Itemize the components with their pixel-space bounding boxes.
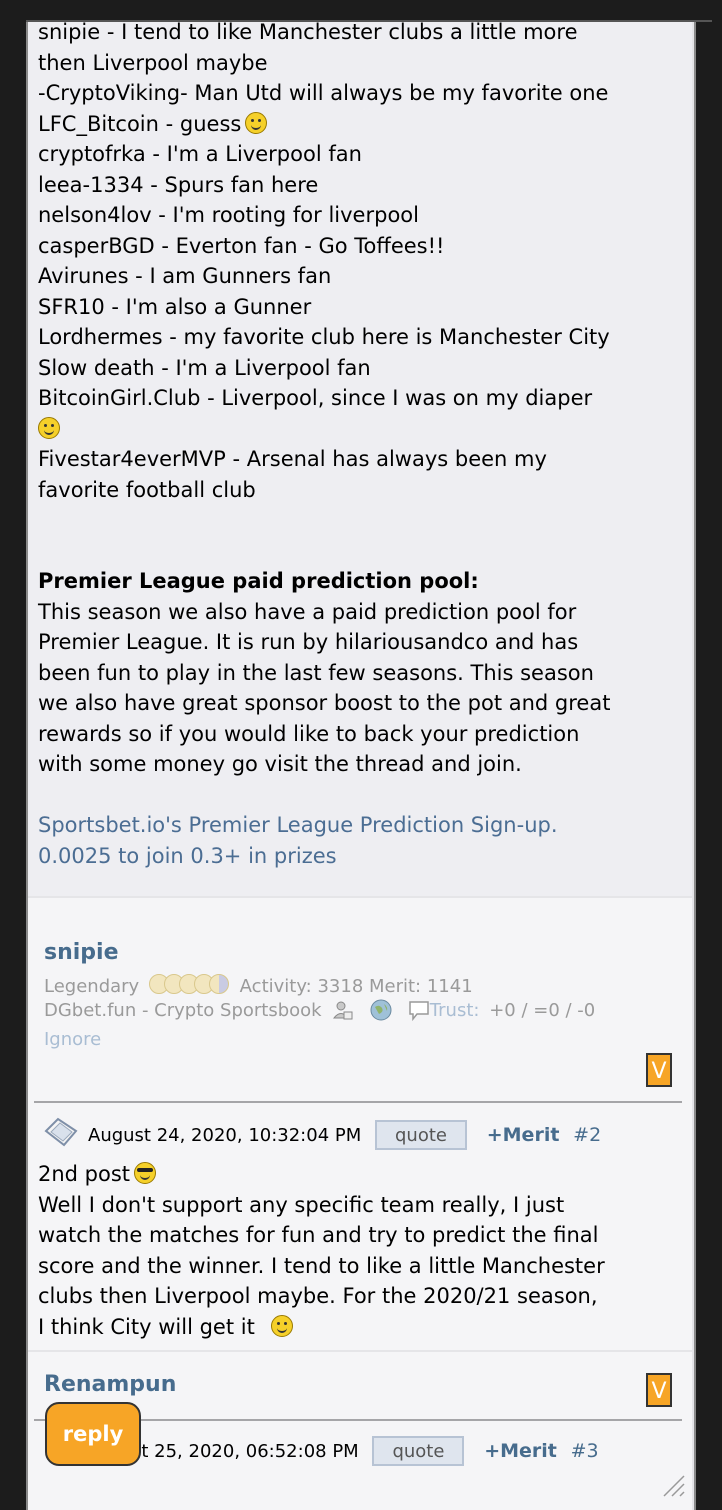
post-date: st 25, 2020, 06:52:08 PM xyxy=(132,1441,359,1462)
post-line: score and the winner. I tend to like a l… xyxy=(38,1253,605,1278)
post-header-bar: st 25, 2020, 06:52:08 PM quote +Merit #3 xyxy=(132,1436,599,1466)
post-document-icon xyxy=(44,1117,78,1147)
list-item: snipie - I tend to like Manchester clubs… xyxy=(38,22,578,44)
list-item: LFC_Bitcoin - guess xyxy=(38,109,610,140)
list-item: then Liverpool maybe xyxy=(38,50,268,75)
trust-label[interactable]: Trust: xyxy=(430,1000,480,1021)
rank-label: Legendary xyxy=(44,976,140,997)
quote-button[interactable]: quote xyxy=(372,1436,465,1466)
top-bar xyxy=(0,0,722,22)
user-rank-line: Legendary Activity: 3318 Merit: 1141 xyxy=(44,974,473,999)
signup-link[interactable]: Sportsbet.io's Premier League Prediction… xyxy=(38,810,558,871)
post-line: Well I don't support any specific team r… xyxy=(38,1192,565,1217)
pool-text-line: we also have great sponsor boost to the … xyxy=(38,691,611,715)
list-item: Avirunes - I am Gunners fan xyxy=(38,264,332,288)
list-item: BitcoinGirl.Club - Liverpool, since I wa… xyxy=(38,386,593,410)
list-item: -CryptoViking- Man Utd will always be my… xyxy=(38,81,609,105)
post-number-link[interactable]: #3 xyxy=(571,1440,599,1462)
list-item: casperBGD - Everton fan - Go Toffees!! xyxy=(38,233,445,258)
reply-button[interactable]: reply xyxy=(45,1402,141,1466)
wink-icon xyxy=(270,1314,293,1337)
activity-merit: Activity: 3318 Merit: 1141 xyxy=(239,976,473,997)
pool-heading: Premier League paid prediction pool: xyxy=(38,569,479,593)
username-link[interactable]: Renampun xyxy=(44,1372,176,1397)
list-item: SFR10 - I'm also a Gunner xyxy=(38,294,312,319)
list-item: leea-1334 - Spurs fan here xyxy=(38,172,319,197)
smiley-icon xyxy=(245,111,268,134)
trust-value: +0 / =0 / -0 xyxy=(489,1000,596,1021)
username-link[interactable]: snipie xyxy=(44,940,119,965)
pool-text-line: with some money go visit the thread and … xyxy=(38,752,522,776)
pool-text-line: rewards so if you would like to back you… xyxy=(38,721,580,746)
rank-coins-icon xyxy=(148,974,229,999)
cool-smiley-icon xyxy=(134,1162,157,1184)
message-icon[interactable] xyxy=(408,999,430,1021)
signature-text: DGbet.fun - Crypto Sportsbook xyxy=(44,1000,322,1021)
list-item: cryptofrka - I'm a Liverpool fan xyxy=(38,142,362,166)
resize-handle-icon[interactable] xyxy=(660,1472,686,1498)
list-item: Lordhermes - my favorite club here is Ma… xyxy=(38,325,610,349)
merit-link[interactable]: +Merit xyxy=(487,1124,560,1146)
post-line: watch the matches for fun and try to pre… xyxy=(38,1223,599,1247)
list-item: Slow death - I'm a Liverpool fan xyxy=(38,355,371,380)
list-item xyxy=(38,414,610,445)
quote-button[interactable]: quote xyxy=(375,1120,467,1150)
profile-icon[interactable] xyxy=(332,999,354,1021)
globe-icon[interactable] xyxy=(370,999,392,1021)
list-item: nelson4lov - I'm rooting for liverpool xyxy=(38,203,419,227)
post-1-body: snipie - I tend to like Manchester clubs… xyxy=(28,22,692,896)
post-number-link[interactable]: #2 xyxy=(573,1124,601,1146)
user-signature-line: DGbet.fun - Crypto Sportsbook Trust: +0 … xyxy=(44,999,595,1021)
fan-list: snipie - I tend to like Manchester clubs… xyxy=(38,22,610,505)
post-2-body: 2nd post Well I don't support any specif… xyxy=(38,1159,605,1342)
post-header-bar: August 24, 2020, 10:32:04 PM quote +Meri… xyxy=(42,1117,601,1150)
post-line: 2nd post xyxy=(38,1159,605,1190)
list-item: Fivestar4everMVP - Arsenal has always be… xyxy=(38,447,547,471)
pool-text-line: This season we also have a paid predicti… xyxy=(38,599,577,624)
pool-text-line: Premier League. It is run by hilariousan… xyxy=(38,630,579,654)
thread-frame: snipie - I tend to like Manchester clubs… xyxy=(26,22,696,1510)
pool-section: Premier League paid prediction pool: Thi… xyxy=(38,566,610,780)
ignore-link[interactable]: Ignore xyxy=(44,1029,101,1050)
post-divider xyxy=(34,1101,682,1103)
merit-link[interactable]: +Merit xyxy=(484,1440,557,1462)
list-item: favorite football club xyxy=(38,477,256,502)
v-button[interactable]: V xyxy=(646,1373,672,1407)
pool-text-line: been fun to play in the last few seasons… xyxy=(38,660,594,685)
post-line: I think City will get it xyxy=(38,1312,605,1343)
post-2: snipie Legendary Activity: 3318 Merit: 1… xyxy=(28,898,692,1350)
post-line: clubs then Liverpool maybe. For the 2020… xyxy=(38,1284,598,1308)
grin-icon xyxy=(38,416,60,439)
v-button[interactable]: V xyxy=(646,1053,672,1087)
post-date: August 24, 2020, 10:32:04 PM xyxy=(88,1125,362,1146)
